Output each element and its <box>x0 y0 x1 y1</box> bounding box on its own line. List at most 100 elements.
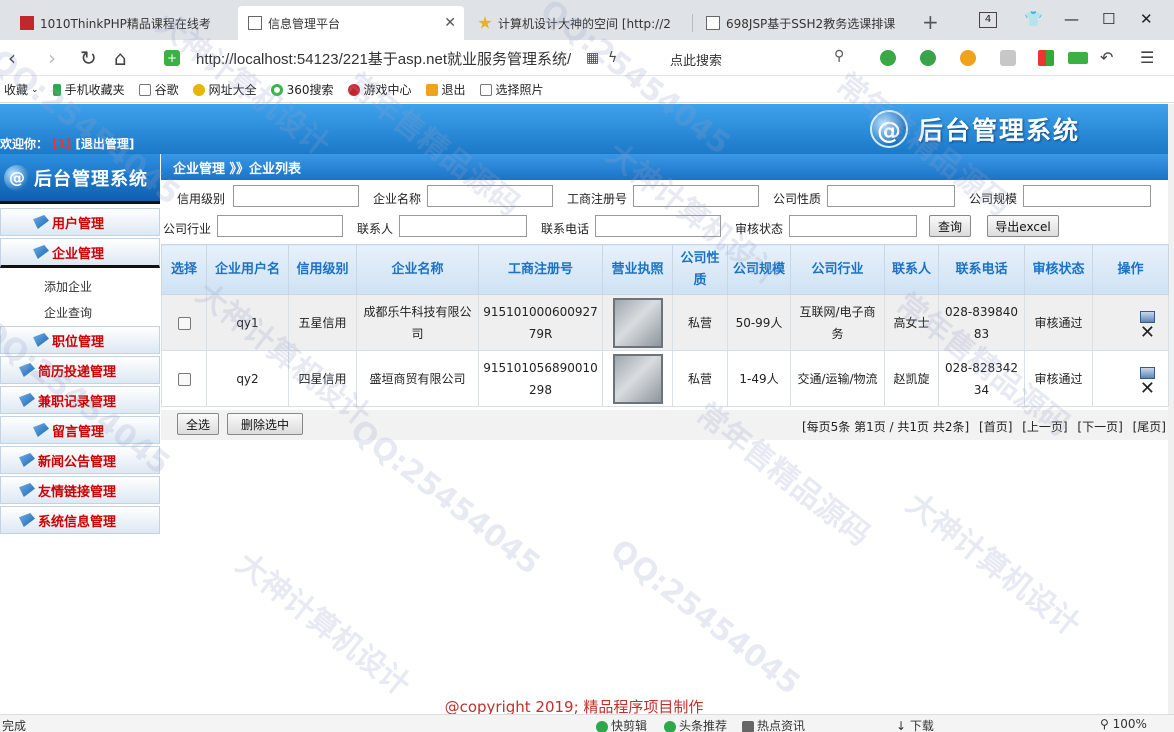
delete-icon[interactable]: ✕ <box>1140 323 1155 341</box>
scissors-extension-icon[interactable] <box>880 50 896 66</box>
vertical-scrollbar[interactable] <box>1168 104 1174 714</box>
business-license-image[interactable] <box>612 297 663 348</box>
edit-icon[interactable] <box>1140 310 1155 323</box>
status-label: 100% <box>1112 717 1147 731</box>
coin-extension-icon[interactable] <box>960 50 976 66</box>
sidebar-title: 后台管理系统 <box>34 168 148 190</box>
apps-extension-icon[interactable] <box>1038 50 1054 66</box>
maximize-icon[interactable]: ☐ <box>1102 10 1115 28</box>
zoom-level[interactable]: ⚲ 100% <box>1100 717 1147 731</box>
bookmark-item[interactable]: 退出 <box>425 81 466 98</box>
sidebar-item-label: 友情链接管理 <box>38 484 117 500</box>
column-header: 信用级别 <box>288 244 357 295</box>
bookmark-item[interactable]: 游戏中心 <box>347 81 412 98</box>
sidebar-item-message-management[interactable]: 留言管理 <box>0 416 160 444</box>
phone-cell: 028-83984083 <box>938 294 1025 351</box>
new-tab-icon[interactable]: + <box>922 10 939 34</box>
submenu-company-query[interactable]: 企业查询 <box>0 299 160 325</box>
menu-arrow-icon <box>33 215 49 229</box>
status-label: 头条推荐 <box>679 719 728 732</box>
shirt-skin-icon[interactable]: 👕 <box>1024 10 1043 28</box>
company-name-input[interactable] <box>427 185 553 207</box>
grid-apps-icon[interactable]: ▦ <box>586 50 599 66</box>
submenu-add-company[interactable]: 添加企业 <box>0 273 160 299</box>
pager-next-link[interactable]: [下一页] <box>1077 420 1122 434</box>
bookmark-item[interactable]: 收藏 ⌄ <box>4 81 39 98</box>
forward-arrow-icon[interactable]: › <box>48 46 56 70</box>
download-icon: ↓ <box>896 719 910 732</box>
pager-summary: [每页5条 第1页 / 共1页 共2条] <box>801 420 970 434</box>
bookmark-item[interactable]: 360搜索 <box>270 81 334 98</box>
column-header: 工商注册号 <box>478 244 603 295</box>
audit-status-input[interactable] <box>789 215 917 237</box>
delete-selected-button[interactable]: 删除选中 <box>227 413 303 435</box>
bookmark-item[interactable]: 手机收藏夹 <box>52 81 125 98</box>
export-excel-button[interactable]: 导出excel <box>987 215 1059 237</box>
sidebar-item-user-management[interactable]: 用户管理 <box>0 208 160 236</box>
contact-cell: 高女士 <box>884 294 939 351</box>
search-box[interactable]: 点此搜索 <box>670 50 722 69</box>
undo-icon[interactable]: ↶ <box>1100 48 1113 67</box>
home-icon[interactable]: ⌂ <box>114 46 127 70</box>
scale-input[interactable] <box>1023 185 1151 207</box>
phone-cell: 028-82834234 <box>938 350 1025 407</box>
industry-input[interactable] <box>217 215 343 237</box>
scale-label: 公司规模 <box>969 192 1018 206</box>
sidebar-item-parttime-management[interactable]: 兼职记录管理 <box>0 386 160 414</box>
browser-tab[interactable]: 1010ThinkPHP精品课程在线考 <box>10 6 230 40</box>
status-item-headline[interactable]: 头条推荐 <box>664 717 727 732</box>
row-checkbox[interactable] <box>177 372 191 386</box>
lightning-icon[interactable]: ϟ <box>608 50 617 66</box>
operation-cell: ✕ <box>1092 294 1169 351</box>
row-checkbox[interactable] <box>177 316 191 330</box>
sidebar-item-system-management[interactable]: 系统信息管理 <box>0 506 160 534</box>
industry-cell: 交通/运输/物流 <box>790 350 885 407</box>
url-field[interactable]: + http://localhost:54123/221基于asp.net就业服… <box>164 45 654 71</box>
sidebar-item-news-management[interactable]: 新闻公告管理 <box>0 446 160 474</box>
status-item-clip[interactable]: 快剪辑 <box>596 717 647 732</box>
nature-input[interactable] <box>827 185 955 207</box>
username-cell: qy1 <box>206 294 289 351</box>
browser-tab-active[interactable]: 信息管理平台 ✕ <box>238 6 464 40</box>
minimize-icon[interactable]: — <box>1064 10 1079 28</box>
pager-prev-link[interactable]: [上一页] <box>1022 420 1067 434</box>
browser-tab[interactable]: 698JSP基于SSH2教务选课排课 <box>696 6 902 40</box>
select-all-button[interactable]: 全选 <box>177 413 219 435</box>
bookmark-label: 谷歌 <box>154 83 179 97</box>
status-item-download[interactable]: ↓ 下载 <box>896 717 934 732</box>
status-item-hot-news[interactable]: 热点资讯 <box>742 717 805 732</box>
bookmark-item[interactable]: 谷歌 <box>138 81 179 98</box>
contact-input[interactable] <box>399 215 527 237</box>
bookmark-item[interactable]: 选择照片 <box>479 81 544 98</box>
menu-arrow-icon <box>19 483 35 497</box>
back-arrow-icon[interactable]: ‹ <box>8 46 16 70</box>
sidebar-item-company-management[interactable]: 企业管理 <box>0 238 160 268</box>
phone-input[interactable] <box>595 215 721 237</box>
bookmark-item[interactable]: 网址大全 <box>192 81 257 98</box>
search-icon[interactable]: ⚲ <box>834 48 844 64</box>
pager-last-link[interactable]: [尾页] <box>1133 420 1166 434</box>
business-license-image[interactable] <box>612 353 663 404</box>
menu-arrow-icon <box>19 363 35 377</box>
reload-icon[interactable]: ↻ <box>80 46 97 70</box>
pager-first-link[interactable]: [首页] <box>979 420 1012 434</box>
close-window-icon[interactable]: ✕ <box>1140 10 1153 28</box>
edit-icon[interactable] <box>1140 366 1155 379</box>
reg-no-input[interactable] <box>633 185 759 207</box>
close-tab-icon[interactable]: ✕ <box>444 15 456 31</box>
credit-level-input[interactable] <box>233 185 359 207</box>
bookmark-label: 游戏中心 <box>363 83 412 97</box>
sidebar-item-links-management[interactable]: 友情链接管理 <box>0 476 160 504</box>
delete-icon[interactable]: ✕ <box>1140 379 1155 397</box>
sidebar-item-resume-management[interactable]: 简历投递管理 <box>0 356 160 384</box>
query-button[interactable]: 查询 <box>929 215 971 237</box>
tab-count-badge[interactable]: 4 <box>979 12 997 28</box>
browser-tab[interactable]: 计算机设计大神的空间 [http://2 <box>468 6 690 40</box>
breadcrumb: 企业管理 》》企业列表 <box>161 154 1168 180</box>
menu-icon[interactable]: ☰ <box>1140 48 1154 67</box>
battery-icon[interactable] <box>1068 52 1088 64</box>
translate-extension-icon[interactable] <box>920 50 936 66</box>
sidebar-item-job-management[interactable]: 职位管理 <box>0 326 160 354</box>
screenshot-extension-icon[interactable] <box>1000 50 1016 66</box>
logout-link[interactable]: [退出管理] <box>75 137 134 151</box>
